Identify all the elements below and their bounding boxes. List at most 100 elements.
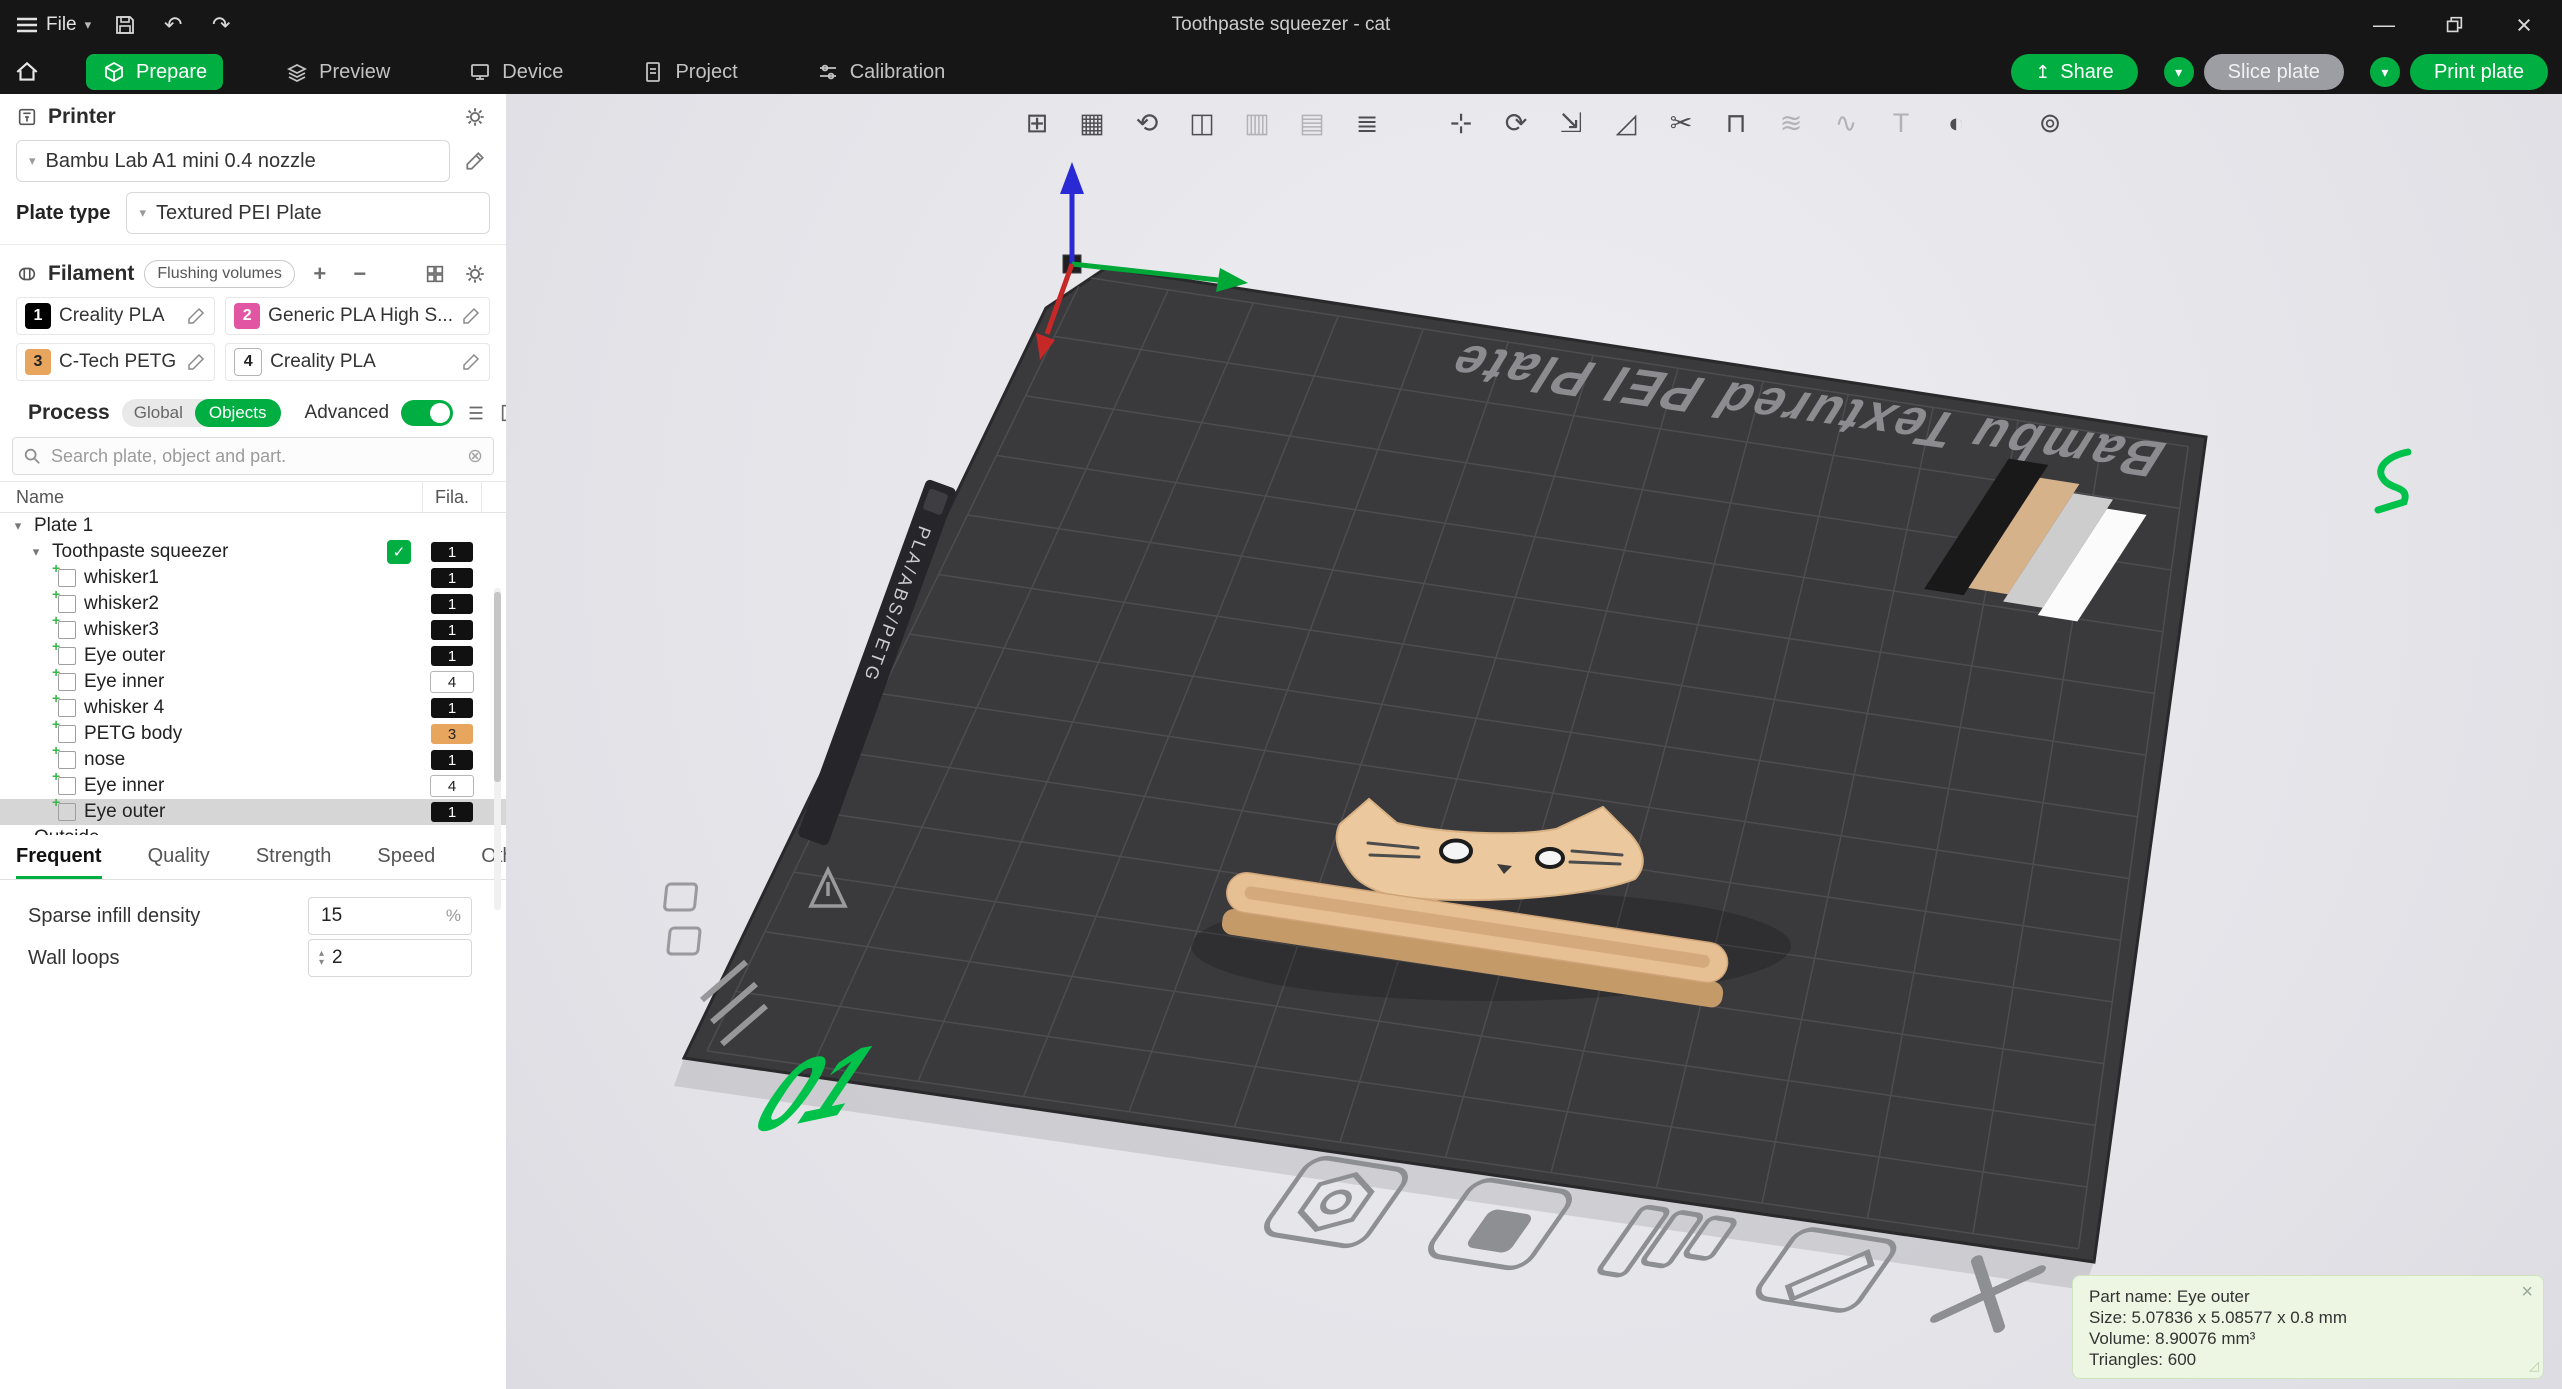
- split-icon[interactable]: ◫: [1181, 102, 1223, 144]
- close-icon[interactable]: ×: [2521, 1282, 2533, 1303]
- sparse-infill-input[interactable]: [319, 904, 440, 928]
- tree-row-part[interactable]: Eye inner 4: [0, 773, 506, 799]
- wall-loops-input[interactable]: [330, 946, 461, 970]
- fila-badge[interactable]: 1: [431, 542, 473, 562]
- cut-icon[interactable]: ✂: [1660, 102, 1702, 144]
- print-plate-button[interactable]: Print plate: [2410, 54, 2548, 90]
- tab-quality[interactable]: Quality: [148, 835, 210, 879]
- tab-speed[interactable]: Speed: [377, 835, 435, 879]
- mesh-boolean-icon[interactable]: ⊓: [1715, 102, 1757, 144]
- tab-frequent[interactable]: Frequent: [16, 835, 102, 879]
- print-dropdown-button[interactable]: ▾: [2370, 57, 2400, 87]
- fila-badge[interactable]: 1: [431, 594, 473, 614]
- filament-slot-1[interactable]: 1 Creality PLA: [16, 297, 215, 335]
- scope-objects[interactable]: Objects: [195, 399, 281, 427]
- assembly-view-icon[interactable]: ⊚: [2029, 102, 2071, 144]
- tab-project[interactable]: Project: [625, 54, 753, 90]
- fila-badge[interactable]: 1: [431, 620, 473, 640]
- flushing-volumes-button[interactable]: Flushing volumes: [144, 260, 295, 288]
- file-menu-button[interactable]: File ▾: [16, 14, 91, 36]
- printer-settings-button[interactable]: [460, 102, 490, 132]
- scope-global[interactable]: Global: [122, 399, 195, 427]
- plate-type-select[interactable]: ▾ Textured PEI Plate: [126, 192, 490, 234]
- color-paint-icon[interactable]: ◐: [1935, 102, 1977, 144]
- tree-row-part[interactable]: whisker 4 1: [0, 695, 506, 721]
- support-paint-icon[interactable]: ≋: [1770, 102, 1812, 144]
- tree-row-part[interactable]: PETG body 3: [0, 721, 506, 747]
- add-icon[interactable]: ⊞: [1016, 102, 1058, 144]
- fila-badge[interactable]: 1: [431, 802, 473, 822]
- add-plate-icon[interactable]: ▦: [1071, 102, 1113, 144]
- fila-badge[interactable]: 1: [431, 698, 473, 718]
- tree-row-part[interactable]: whisker1 1: [0, 565, 506, 591]
- tree-row-part[interactable]: Eye outer 1: [0, 643, 506, 669]
- chevron-down-icon[interactable]: ▾: [28, 544, 44, 560]
- minimize-button[interactable]: —: [2370, 11, 2398, 39]
- clear-search-icon[interactable]: ⊗: [467, 445, 483, 468]
- viewport[interactable]: PLA/ABS/PETG Bambu Textured PEI Plate: [506, 94, 2562, 1389]
- tree-row-part[interactable]: whisker2 1: [0, 591, 506, 617]
- fila-badge[interactable]: 3: [431, 724, 473, 744]
- slice-plate-button[interactable]: Slice plate: [2204, 54, 2344, 90]
- move-icon[interactable]: ⊹: [1440, 102, 1482, 144]
- fila-badge[interactable]: 1: [431, 750, 473, 770]
- slice-dropdown-button[interactable]: ▾: [2164, 57, 2194, 87]
- maximize-button[interactable]: [2440, 11, 2468, 39]
- redo-button[interactable]: ↷: [207, 11, 235, 39]
- edit-icon[interactable]: [186, 306, 206, 326]
- filament-slot-4[interactable]: 4 Creality PLA: [225, 343, 490, 381]
- edit-icon[interactable]: [461, 352, 481, 372]
- chevron-down-icon[interactable]: ▾: [10, 518, 26, 534]
- f ila-badge[interactable]: 4: [430, 671, 474, 693]
- home-button[interactable]: [14, 59, 40, 85]
- tree-row-part[interactable]: Eye inner 4: [0, 669, 506, 695]
- undo-button[interactable]: ↶: [159, 11, 187, 39]
- tab-device[interactable]: Device: [452, 54, 579, 90]
- chevron-right-icon[interactable]: ▸: [10, 830, 26, 835]
- tree-row-outside[interactable]: ▸Outside: [0, 825, 506, 835]
- lay-flat-icon[interactable]: ◿: [1605, 102, 1647, 144]
- resize-grip-icon[interactable]: ◿: [2529, 1355, 2539, 1376]
- tree-row-part[interactable]: nose 1: [0, 747, 506, 773]
- tree-row-part-selected[interactable]: Eye outer 1: [0, 799, 506, 825]
- advanced-toggle[interactable]: [401, 400, 453, 426]
- tab-strength[interactable]: Strength: [256, 835, 332, 879]
- seam-paint-icon[interactable]: ∿: [1825, 102, 1867, 144]
- tree-row-plate1[interactable]: ▾Plate 1: [0, 513, 506, 539]
- filament-sync-button[interactable]: [420, 259, 450, 289]
- filament-slot-2[interactable]: 2 Generic PLA High S...: [225, 297, 490, 335]
- variable-layer-height-icon[interactable]: ≣: [1346, 102, 1388, 144]
- close-button[interactable]: ×: [2510, 11, 2538, 39]
- edit-icon[interactable]: [461, 306, 481, 326]
- copy-icon[interactable]: ▥: [1236, 102, 1278, 144]
- tree-row-object[interactable]: ▾Toothpaste squeezer ✓ 1: [0, 539, 506, 565]
- stepper-arrows[interactable]: ▴▾: [319, 949, 324, 967]
- search-input[interactable]: [49, 445, 459, 468]
- remove-filament-button[interactable]: −: [345, 259, 375, 289]
- printer-edit-button[interactable]: [460, 146, 490, 176]
- text-tool-icon[interactable]: T: [1880, 102, 1922, 144]
- filament-slot-3[interactable]: 3 C-Tech PETG: [16, 343, 215, 381]
- viewport-3d-scene[interactable]: PLA/ABS/PETG Bambu Textured PEI Plate: [506, 94, 2562, 1389]
- cat-eye-right[interactable]: [1537, 849, 1563, 867]
- scale-icon[interactable]: ⇲: [1550, 102, 1592, 144]
- object-checkbox[interactable]: ✓: [387, 540, 411, 564]
- process-list-button[interactable]: [465, 398, 487, 428]
- fila-badge[interactable]: 1: [431, 568, 473, 588]
- scrollbar-thumb[interactable]: [494, 592, 501, 782]
- share-button[interactable]: ↥ Share: [2011, 54, 2137, 90]
- tab-preview[interactable]: Preview: [269, 54, 406, 90]
- printer-select[interactable]: ▾ Bambu Lab A1 mini 0.4 nozzle: [16, 140, 450, 182]
- tab-calibration[interactable]: Calibration: [800, 54, 962, 90]
- fila-badge[interactable]: 1: [431, 646, 473, 666]
- tab-prepare[interactable]: Prepare: [86, 54, 223, 90]
- cat-eye-left[interactable]: [1441, 841, 1471, 862]
- add-filament-button[interactable]: +: [305, 259, 335, 289]
- auto-orient-icon[interactable]: ⟲: [1126, 102, 1168, 144]
- fila-badge[interactable]: 4: [430, 775, 474, 797]
- tree-scrollbar[interactable]: [494, 588, 501, 910]
- edit-icon[interactable]: [186, 352, 206, 372]
- rotate-icon[interactable]: ⟳: [1495, 102, 1537, 144]
- tree-row-part[interactable]: whisker3 1: [0, 617, 506, 643]
- paste-icon[interactable]: ▤: [1291, 102, 1333, 144]
